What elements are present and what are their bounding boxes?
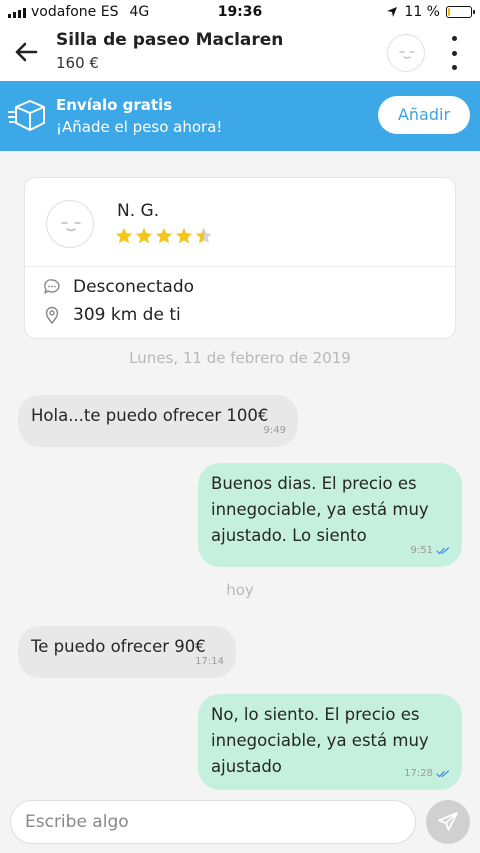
distance-text: 309 km de ti [73, 305, 181, 325]
double-check-icon [436, 770, 450, 778]
item-title[interactable]: Silla de paseo Maclaren [56, 30, 283, 50]
composer: Escribe algo [0, 790, 480, 853]
banner-title: Envíalo gratis [56, 96, 173, 114]
date-separator: hoy [226, 581, 254, 599]
message-bubble-outgoing[interactable]: No, lo siento. El precio es innegociable… [198, 694, 462, 790]
item-price: 160 € [56, 54, 99, 72]
battery-icon [446, 6, 475, 18]
double-check-icon [436, 547, 450, 555]
message-input[interactable]: Escribe algo [10, 800, 416, 844]
shipping-banner: Envíalo gratis ¡Añade el peso ahora! Aña… [0, 81, 480, 151]
rating-stars [115, 227, 213, 245]
message-time: 9:51 [411, 538, 450, 564]
status-bar: vodafone ES 4G 19:36 11 % [0, 0, 480, 26]
message-time: 17:14 [195, 656, 224, 667]
add-weight-button[interactable]: Añadir [378, 96, 470, 134]
status-right: 11 % [386, 4, 475, 20]
conversation-header: Silla de paseo Maclaren 160 € [0, 26, 480, 81]
message-text: Buenos dias. El precio es innegociable, … [211, 474, 429, 545]
seller-name[interactable]: N. G. [117, 201, 159, 221]
banner-subtitle: ¡Añade el peso ahora! [56, 118, 223, 136]
chat-status-icon [44, 279, 60, 294]
message-text: Te puedo ofrecer 90€ [31, 637, 206, 656]
package-icon [8, 100, 45, 131]
message-text: Hola...te puedo ofrecer 100€ [31, 406, 269, 425]
send-button[interactable] [426, 800, 470, 844]
message-bubble-incoming[interactable]: Hola...te puedo ofrecer 100€ 9:49 [18, 395, 298, 447]
battery-percent: 11 % [404, 4, 440, 20]
message-time: 17:28 [404, 761, 450, 787]
star-icon [116, 228, 132, 244]
seller-avatar[interactable] [46, 200, 94, 248]
location-pin-icon [45, 306, 59, 324]
distance-row: 309 km de ti [43, 305, 181, 325]
avatar[interactable] [387, 34, 425, 72]
send-icon [438, 812, 458, 831]
star-icon [156, 228, 172, 244]
message-time: 9:49 [263, 425, 286, 436]
location-arrow-icon [387, 7, 398, 17]
more-vertical-icon[interactable] [446, 36, 462, 70]
user-placeholder-icon [399, 51, 415, 59]
date-separator: Lunes, 11 de febrero de 2019 [129, 349, 351, 367]
message-bubble-outgoing[interactable]: Buenos dias. El precio es innegociable, … [198, 463, 462, 567]
star-icon [176, 228, 192, 244]
message-text: No, lo siento. El precio es innegociable… [211, 705, 429, 776]
status-row: Desconectado [43, 277, 194, 297]
battery-fill [448, 8, 451, 16]
divider [25, 266, 455, 267]
status-text: Desconectado [73, 277, 195, 297]
star-icon [136, 228, 152, 244]
message-bubble-incoming[interactable]: Te puedo ofrecer 90€ 17:14 [18, 626, 236, 678]
back-arrow-icon[interactable] [12, 38, 40, 66]
seller-card[interactable]: N. G. Desconectado 309 km de ti [24, 177, 456, 339]
user-placeholder-icon [61, 222, 81, 232]
star-icon [196, 228, 212, 244]
